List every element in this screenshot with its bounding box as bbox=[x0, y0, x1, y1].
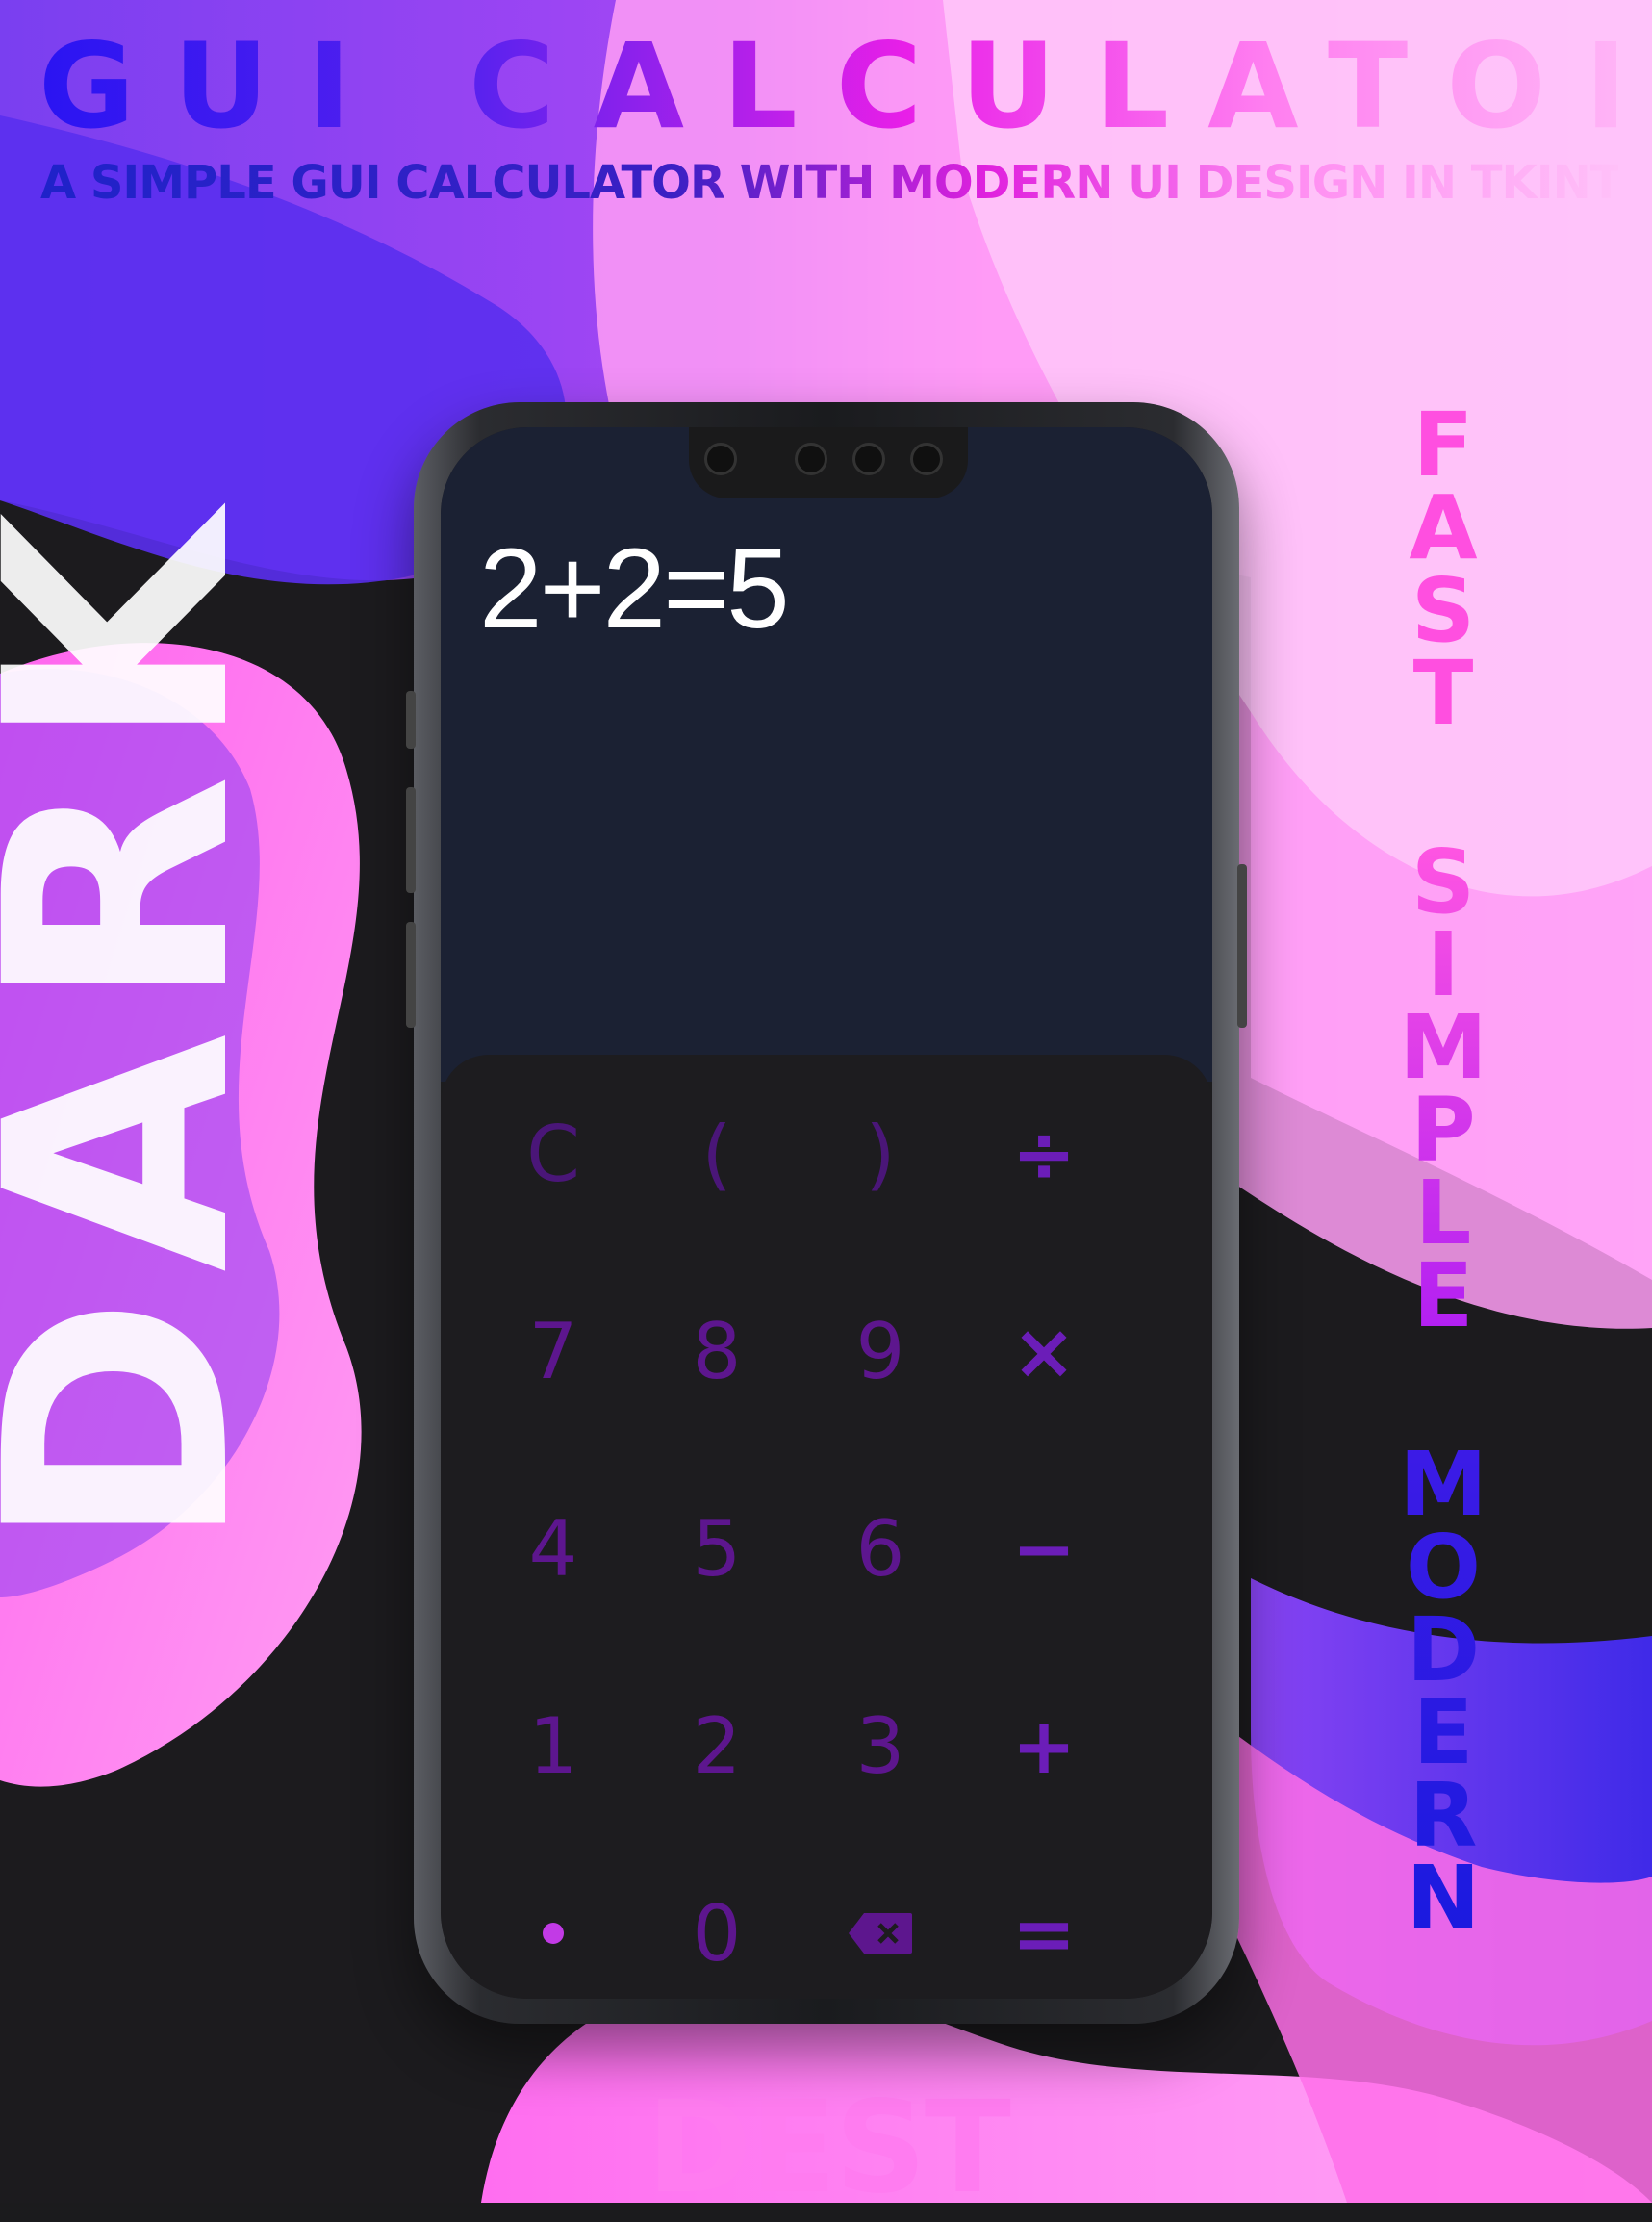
footer-label: DEST bbox=[647, 2074, 1011, 2222]
sensor-icon bbox=[852, 443, 885, 475]
feature-tag-fast: FAST bbox=[1409, 394, 1478, 745]
phone-side-button bbox=[406, 922, 416, 1028]
decimal-button[interactable] bbox=[491, 1871, 616, 1996]
open-paren-button[interactable]: ( bbox=[654, 1091, 779, 1216]
phone-side-button bbox=[406, 787, 416, 893]
digit-9-button[interactable]: 9 bbox=[818, 1289, 943, 1414]
digit-3-button[interactable]: 3 bbox=[818, 1683, 943, 1808]
digit-8-button[interactable]: 8 bbox=[654, 1289, 779, 1414]
camera-icon bbox=[704, 443, 737, 475]
multiply-button[interactable]: × bbox=[981, 1289, 1106, 1414]
backspace-button[interactable] bbox=[818, 1871, 943, 1996]
feature-tag-modern: MODERN bbox=[1390, 1443, 1496, 1940]
phone-frame: 2+2=5 C () ÷ 7 8 9 × 4 5 6− 1 2 3 +0 = bbox=[406, 402, 1247, 2024]
sensor-icon bbox=[795, 443, 827, 475]
feature-tag-simple: SIMPLE bbox=[1390, 841, 1496, 1338]
keypad: C () ÷ 7 8 9 × 4 5 6− 1 2 3 +0 = bbox=[441, 1055, 1212, 1999]
phone-notch bbox=[689, 427, 968, 498]
phone-side-button bbox=[406, 691, 416, 749]
phone-power-button bbox=[1237, 864, 1247, 1028]
digit-7-button[interactable]: 7 bbox=[491, 1289, 616, 1414]
app-subtitle: A SIMPLE GUI CALCULATOR WITH MODERN UI D… bbox=[40, 156, 1652, 210]
dark-mode-vertical-label: DARK bbox=[0, 489, 298, 1551]
digit-5-button[interactable]: 5 bbox=[654, 1486, 779, 1611]
digit-1-button[interactable]: 1 bbox=[491, 1683, 616, 1808]
digit-0-button[interactable]: 0 bbox=[654, 1871, 779, 1996]
backspace-icon bbox=[849, 1913, 912, 1954]
divide-button[interactable]: ÷ bbox=[981, 1091, 1106, 1216]
digit-6-button[interactable]: 6 bbox=[818, 1486, 943, 1611]
decimal-point-icon bbox=[543, 1923, 564, 1944]
equals-button[interactable]: = bbox=[981, 1871, 1106, 1996]
digit-4-button[interactable]: 4 bbox=[491, 1486, 616, 1611]
close-paren-button[interactable]: ) bbox=[818, 1091, 943, 1216]
sensor-icon bbox=[910, 443, 943, 475]
display-expression: 2+2=5 bbox=[479, 525, 790, 652]
feature-tags: FAST SIMPLE MODERN bbox=[1390, 394, 1496, 2046]
add-button[interactable]: + bbox=[981, 1683, 1106, 1808]
subtract-button[interactable]: − bbox=[981, 1486, 1106, 1611]
app-title: GUI CALCULATOR bbox=[38, 18, 1652, 155]
calculator-display: 2+2=5 bbox=[441, 427, 1212, 1082]
phone-screen: 2+2=5 C () ÷ 7 8 9 × 4 5 6− 1 2 3 +0 = bbox=[441, 427, 1212, 1999]
clear-button[interactable]: C bbox=[491, 1091, 616, 1216]
digit-2-button[interactable]: 2 bbox=[654, 1683, 779, 1808]
